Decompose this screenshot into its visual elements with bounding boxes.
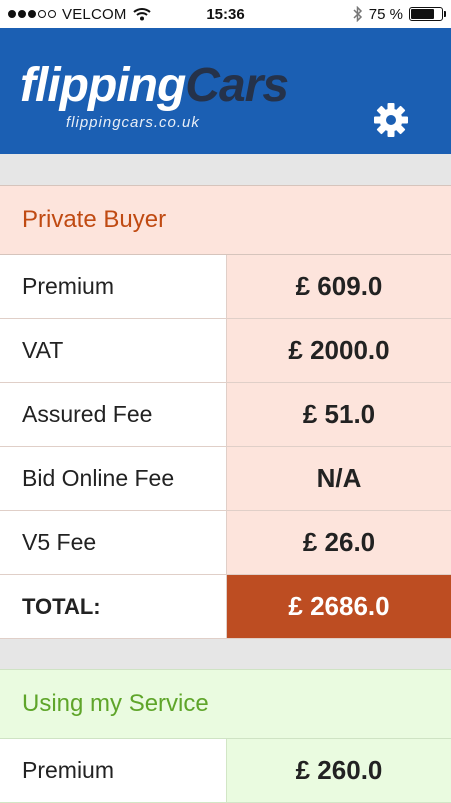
table-row: V5 Fee £ 26.0	[0, 511, 451, 575]
using-service-section: Using my Service Premium £ 260.0	[0, 669, 451, 803]
row-value-v5-fee: £ 26.0	[226, 511, 451, 574]
private-buyer-title: Private Buyer	[0, 185, 451, 255]
row-value-vat: £ 2000.0	[226, 319, 451, 382]
signal-dot	[18, 10, 26, 18]
row-value-assured-fee: £ 51.0	[226, 383, 451, 446]
status-right: 75 %	[353, 6, 451, 23]
section-spacer	[0, 154, 451, 185]
wifi-icon	[132, 8, 151, 21]
signal-dot	[48, 10, 56, 18]
signal-strength-icon	[8, 10, 56, 18]
table-row: Assured Fee £ 51.0	[0, 383, 451, 447]
row-label-premium: Premium	[0, 255, 226, 318]
signal-dot	[38, 10, 46, 18]
flippingcars-logo: flippingCars flippingcars.co.uk	[20, 59, 289, 132]
status-left: VELCOM	[0, 6, 151, 23]
row-label-v5-fee: V5 Fee	[0, 511, 226, 574]
section-spacer	[0, 639, 451, 669]
row-label-premium: Premium	[0, 739, 226, 802]
logo-wordmark: flippingCars	[20, 59, 289, 112]
carrier-name: VELCOM	[62, 5, 127, 23]
using-service-title: Using my Service	[0, 669, 451, 739]
logo-website: flippingcars.co.uk	[66, 114, 200, 131]
total-row: TOTAL: £ 2686.0	[0, 575, 451, 639]
total-value: £ 2686.0	[226, 575, 451, 638]
battery-level	[411, 9, 434, 19]
row-value-bid-online-fee: N/A	[226, 447, 451, 510]
row-value-premium: £ 260.0	[226, 739, 451, 802]
status-bar: VELCOM 15:36 75 %	[0, 0, 451, 28]
logo-part-cars: Cars	[185, 59, 289, 112]
row-label-bid-online-fee: Bid Online Fee	[0, 447, 226, 510]
row-label-assured-fee: Assured Fee	[0, 383, 226, 446]
row-label-vat: VAT	[0, 319, 226, 382]
bluetooth-icon	[353, 6, 362, 22]
total-label: TOTAL:	[0, 575, 226, 638]
table-row: Premium £ 260.0	[0, 739, 451, 803]
table-row: Premium £ 609.0	[0, 255, 451, 319]
row-value-premium: £ 609.0	[226, 255, 451, 318]
gear-icon[interactable]	[373, 102, 409, 138]
logo-part-flipping: flipping	[20, 59, 186, 112]
battery-icon	[409, 7, 446, 21]
app-header: flippingCars flippingcars.co.uk	[0, 28, 451, 154]
private-buyer-section: Private Buyer Premium £ 609.0 VAT £ 2000…	[0, 185, 451, 639]
table-row: Bid Online Fee N/A	[0, 447, 451, 511]
signal-dot	[8, 10, 16, 18]
table-row: VAT £ 2000.0	[0, 319, 451, 383]
signal-dot	[28, 10, 36, 18]
battery-percent: 75 %	[368, 5, 403, 23]
